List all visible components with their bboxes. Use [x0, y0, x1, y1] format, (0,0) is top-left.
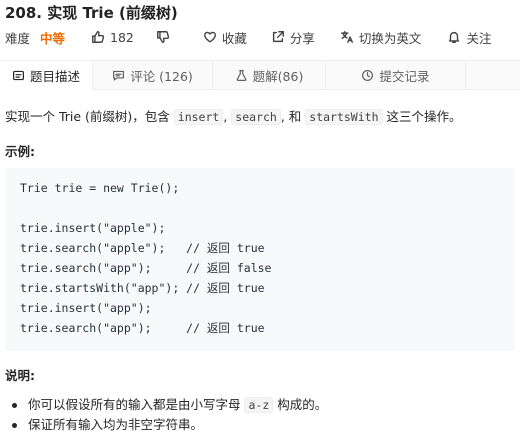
- tab-label: 题解(86): [252, 68, 304, 84]
- heart-icon: [203, 31, 216, 43]
- code-line: trie.search("app"); // 返回 true: [20, 321, 265, 335]
- switch-language-label: 切换为英文: [358, 30, 422, 46]
- tab-label: 题目描述: [29, 69, 80, 84]
- share-icon: [272, 31, 284, 43]
- document-icon: [13, 70, 24, 81]
- follow-button[interactable]: 关注: [447, 28, 491, 47]
- list-item: 你可以假设所有的输入都是由小写字母 a-z 构成的。: [12, 395, 327, 415]
- tab-submissions[interactable]: 提交记录: [326, 61, 466, 89]
- clock-icon: [362, 69, 374, 81]
- tab-label: 评论 (126): [130, 68, 193, 84]
- share-label: 分享: [289, 30, 315, 46]
- problem-description: 实现一个 Trie (前缀树)，包含 insert, search, 和 sta…: [5, 109, 462, 125]
- inline-code: insert: [173, 109, 224, 125]
- notes-heading: 说明:: [5, 368, 35, 383]
- code-line: Trie trie = new Trie();: [20, 181, 180, 195]
- inline-code: search: [231, 109, 281, 125]
- switch-language-button[interactable]: 切换为英文: [340, 28, 422, 47]
- bullet-icon: [12, 403, 17, 408]
- tab-comments[interactable]: 评论 (126): [93, 61, 213, 89]
- difficulty-label: 难度: [5, 30, 31, 46]
- favorite-label: 收藏: [221, 30, 247, 46]
- problem-meta-bar: 难度 中等 182 收藏 分享 切换为英文 关注: [5, 28, 491, 46]
- flask-icon: [236, 69, 247, 81]
- list-item: 保证所有输入均为非空字符串。: [12, 415, 327, 435]
- example-heading: 示例:: [5, 144, 35, 159]
- tab-solutions[interactable]: 题解(86): [213, 61, 326, 89]
- code-line: trie.startsWith("app"); // 返回 true: [20, 281, 265, 295]
- like-button[interactable]: 182: [91, 30, 134, 45]
- inline-code: a-z: [244, 397, 274, 413]
- inline-code: startsWith: [305, 109, 383, 125]
- code-line: trie.search("app"); // 返回 false: [20, 261, 272, 275]
- thumbs-down-icon: [156, 31, 170, 43]
- thumbs-up-icon: [92, 31, 105, 43]
- problem-tabs: 题目描述 评论 (126) 题解(86) 提交记录: [0, 60, 520, 90]
- code-line: trie.insert("app");: [20, 301, 152, 315]
- like-count: 182: [110, 29, 134, 45]
- notes-list: 你可以假设所有的输入都是由小写字母 a-z 构成的。 保证所有输入均为非空字符串…: [12, 395, 327, 435]
- bell-icon: [449, 31, 460, 43]
- translate-icon: [340, 31, 353, 43]
- problem-title: 208. 实现 Trie (前缀树): [5, 4, 178, 22]
- difficulty-badge: 中等: [40, 30, 66, 46]
- share-button[interactable]: 分享: [271, 28, 315, 47]
- example-code-block: Trie trie = new Trie(); trie.insert("app…: [5, 168, 515, 351]
- code-line: trie.search("apple"); // 返回 true: [20, 241, 265, 255]
- comment-icon: [113, 70, 125, 81]
- dislike-button[interactable]: [156, 30, 175, 44]
- tab-label: 提交记录: [379, 68, 430, 84]
- favorite-button[interactable]: 收藏: [203, 28, 247, 47]
- bullet-icon: [12, 423, 17, 428]
- code-line: trie.insert("apple");: [20, 221, 166, 235]
- follow-label: 关注: [466, 30, 492, 46]
- tab-description[interactable]: 题目描述: [0, 61, 93, 90]
